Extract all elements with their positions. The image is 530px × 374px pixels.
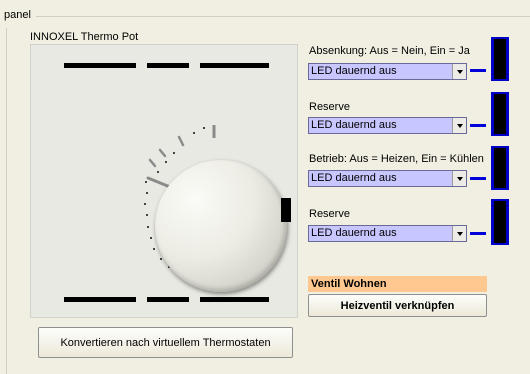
- scale-dot: [147, 226, 149, 228]
- reserve-2-led-block: [491, 199, 509, 245]
- scale-dot: [193, 132, 195, 134]
- reserve-1-combo-value: LED dauernd aus: [311, 119, 397, 131]
- scale-dot: [173, 152, 175, 154]
- betrieb-led-block: [491, 146, 509, 190]
- convert-thermostat-button-label: Konvertieren nach virtuellem Thermostate…: [60, 336, 271, 349]
- scale-dot: [145, 181, 147, 183]
- knob-side-tab: [281, 198, 291, 222]
- absenkung-label: Absenkung: Aus = Nein, Ein = Ja: [309, 45, 470, 57]
- scale-dot: [153, 248, 155, 250]
- scale-tick: [148, 158, 157, 168]
- temperature-knob[interactable]: [155, 160, 287, 292]
- reserve-1-led-block: [491, 92, 509, 136]
- reserve-2-combo[interactable]: LED dauernd aus: [308, 225, 467, 242]
- convert-thermostat-button[interactable]: Konvertieren nach virtuellem Thermostate…: [38, 327, 293, 358]
- reserve-1-combo[interactable]: LED dauernd aus: [308, 117, 467, 134]
- link-valve-button[interactable]: Heizventil verknüpfen: [308, 294, 487, 317]
- scale-dot: [144, 203, 146, 205]
- absenkung-led-indicator: [470, 69, 486, 72]
- betrieb-combo[interactable]: LED dauernd aus: [308, 170, 467, 187]
- scale-dot: [157, 171, 159, 173]
- betrieb-led-indicator: [470, 177, 486, 180]
- scale-dot: [150, 237, 152, 239]
- absenkung-combo-value: LED dauernd aus: [311, 65, 397, 77]
- absenkung-combo[interactable]: LED dauernd aus: [308, 63, 467, 80]
- absenkung-led-block: [491, 37, 509, 81]
- chevron-down-icon[interactable]: [452, 64, 466, 79]
- betrieb-label: Betrieb: Aus = Heizen, Ein = Kühlen: [309, 153, 484, 165]
- scale-dot: [203, 127, 205, 129]
- reserve-1-label: Reserve: [309, 101, 350, 113]
- scale-dot: [165, 161, 167, 163]
- scale-dot: [146, 192, 148, 194]
- reserve-2-label: Reserve: [309, 208, 350, 220]
- scale-dot: [146, 214, 148, 216]
- chevron-down-icon[interactable]: [452, 118, 466, 133]
- link-valve-button-label: Heizventil verknüpfen: [340, 299, 455, 312]
- chevron-down-icon[interactable]: [452, 171, 466, 186]
- reserve-2-combo-value: LED dauernd aus: [311, 227, 397, 239]
- chevron-down-icon[interactable]: [452, 226, 466, 241]
- reserve-1-led-indicator: [470, 124, 486, 127]
- scale-tick: [158, 148, 167, 158]
- reserve-2-led-indicator: [470, 232, 486, 235]
- valve-name-label: Ventil Wohnen: [308, 276, 487, 292]
- betrieb-combo-value: LED dauernd aus: [311, 172, 397, 184]
- scale-tick: [177, 135, 185, 147]
- scale-dot: [160, 258, 162, 260]
